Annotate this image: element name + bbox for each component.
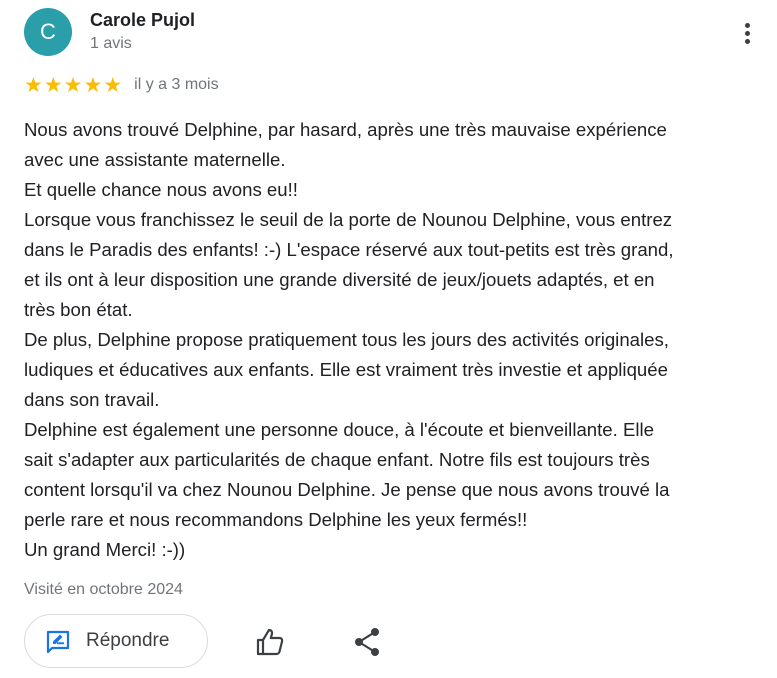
more-dot [744,30,750,36]
star-icon: ★ [63,72,83,97]
reply-button[interactable]: Répondre [24,614,208,668]
author-name[interactable]: Carole Pujol [90,10,195,31]
star-icon: ★ [83,72,103,97]
review-header: C Carole Pujol 1 avis [24,8,777,60]
review-date: il y a 3 mois [134,76,219,93]
reply-edit-icon [46,630,70,654]
review-text: Nous avons trouvé Delphine, par hasard, … [24,119,674,560]
more-vert-icon[interactable] [735,18,759,48]
more-dot [744,38,750,44]
reply-label: Répondre [86,630,170,651]
share-icon[interactable] [353,627,381,657]
more-dot [744,22,750,28]
star-icon: ★ [43,72,63,97]
star-rating: ★ ★ ★ ★ ★ [24,72,123,97]
rating-row: ★ ★ ★ ★ ★ il y a 3 mois [24,74,219,96]
star-icon: ★ [24,72,43,97]
author-review-count: 1 avis [90,35,132,52]
thumb-up-icon[interactable] [254,626,286,658]
visited-date: Visité en octobre 2024 [24,581,183,598]
avatar[interactable]: C [24,8,72,56]
star-icon: ★ [103,72,123,97]
